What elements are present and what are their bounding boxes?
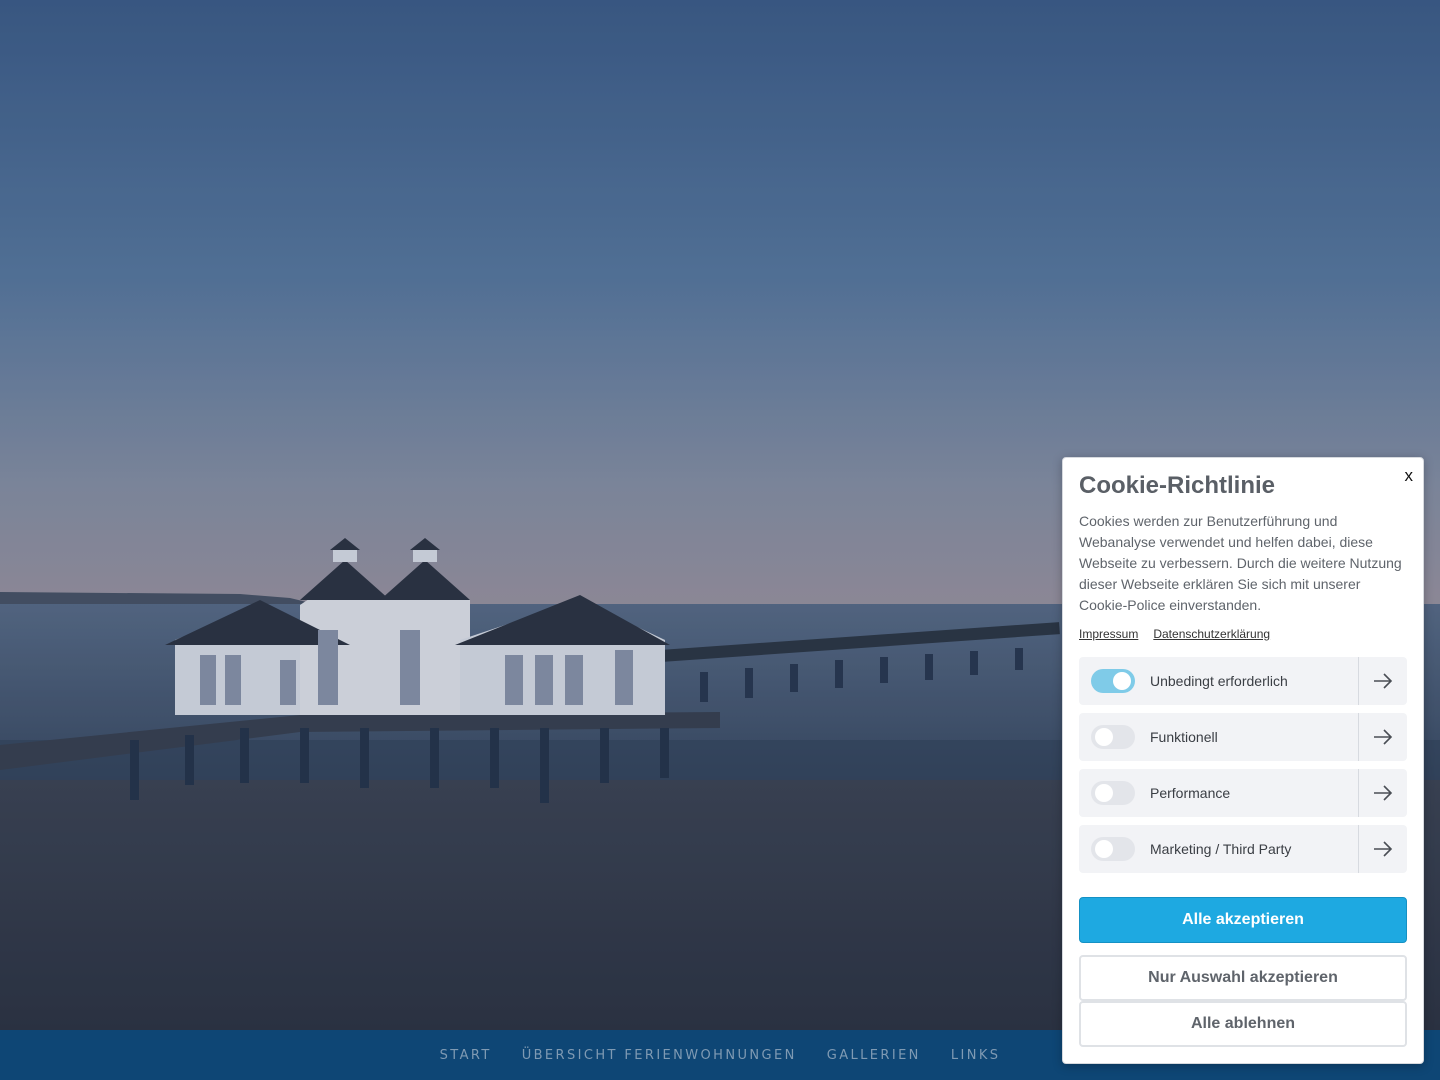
expand-arrow-button[interactable] (1358, 769, 1407, 817)
category-funktionell: Funktionell (1079, 713, 1407, 761)
close-button[interactable]: x (1405, 466, 1414, 486)
category-toggle[interactable] (1091, 669, 1135, 693)
nav-uebersicht-ferienwohnungen[interactable]: ÜBERSICHT FERIENWOHNUNGEN (522, 1048, 797, 1063)
cookie-category-list: Unbedingt erforderlich Funktionell Perfo… (1079, 657, 1407, 881)
category-label: Unbedingt erforderlich (1150, 673, 1288, 689)
toggle-knob (1095, 840, 1113, 858)
category-label: Marketing / Third Party (1150, 841, 1292, 857)
arrow-right-icon (1374, 673, 1393, 689)
expand-arrow-button[interactable] (1358, 713, 1407, 761)
category-label: Performance (1150, 785, 1231, 801)
toggle-knob (1113, 672, 1131, 690)
cookie-dialog: x Cookie-Richtlinie Cookies werden zur B… (1062, 457, 1424, 1064)
category-label: Funktionell (1150, 729, 1218, 745)
accept-all-button[interactable]: Alle akzeptieren (1079, 897, 1407, 943)
cookie-dialog-links: Impressum Datenschutzerklärung (1079, 627, 1270, 641)
nav-start[interactable]: START (440, 1048, 492, 1063)
cookie-dialog-text: Cookies werden zur Benutzerführung und W… (1079, 513, 1402, 613)
nav-links[interactable]: LINKS (951, 1048, 1001, 1063)
cookie-dialog-title: Cookie-Richtlinie (1079, 472, 1276, 499)
expand-arrow-button[interactable] (1358, 825, 1407, 873)
toggle-knob (1095, 784, 1113, 802)
category-toggle[interactable] (1091, 837, 1135, 861)
arrow-right-icon (1374, 785, 1393, 801)
expand-arrow-button[interactable] (1358, 657, 1407, 705)
category-unbedingt-erforderlich: Unbedingt erforderlich (1079, 657, 1407, 705)
toggle-knob (1095, 728, 1113, 746)
arrow-right-icon (1374, 729, 1393, 745)
category-toggle[interactable] (1091, 781, 1135, 805)
nav-gallerien[interactable]: GALLERIEN (827, 1048, 921, 1063)
datenschutz-link[interactable]: Datenschutzerklärung (1153, 627, 1270, 641)
category-toggle[interactable] (1091, 725, 1135, 749)
arrow-right-icon (1374, 841, 1393, 857)
accept-selection-button[interactable]: Nur Auswahl akzeptieren (1079, 955, 1407, 1001)
category-performance: Performance (1079, 769, 1407, 817)
impressum-link[interactable]: Impressum (1079, 627, 1138, 641)
category-marketing-third-party: Marketing / Third Party (1079, 825, 1407, 873)
reject-all-button[interactable]: Alle ablehnen (1079, 1001, 1407, 1047)
